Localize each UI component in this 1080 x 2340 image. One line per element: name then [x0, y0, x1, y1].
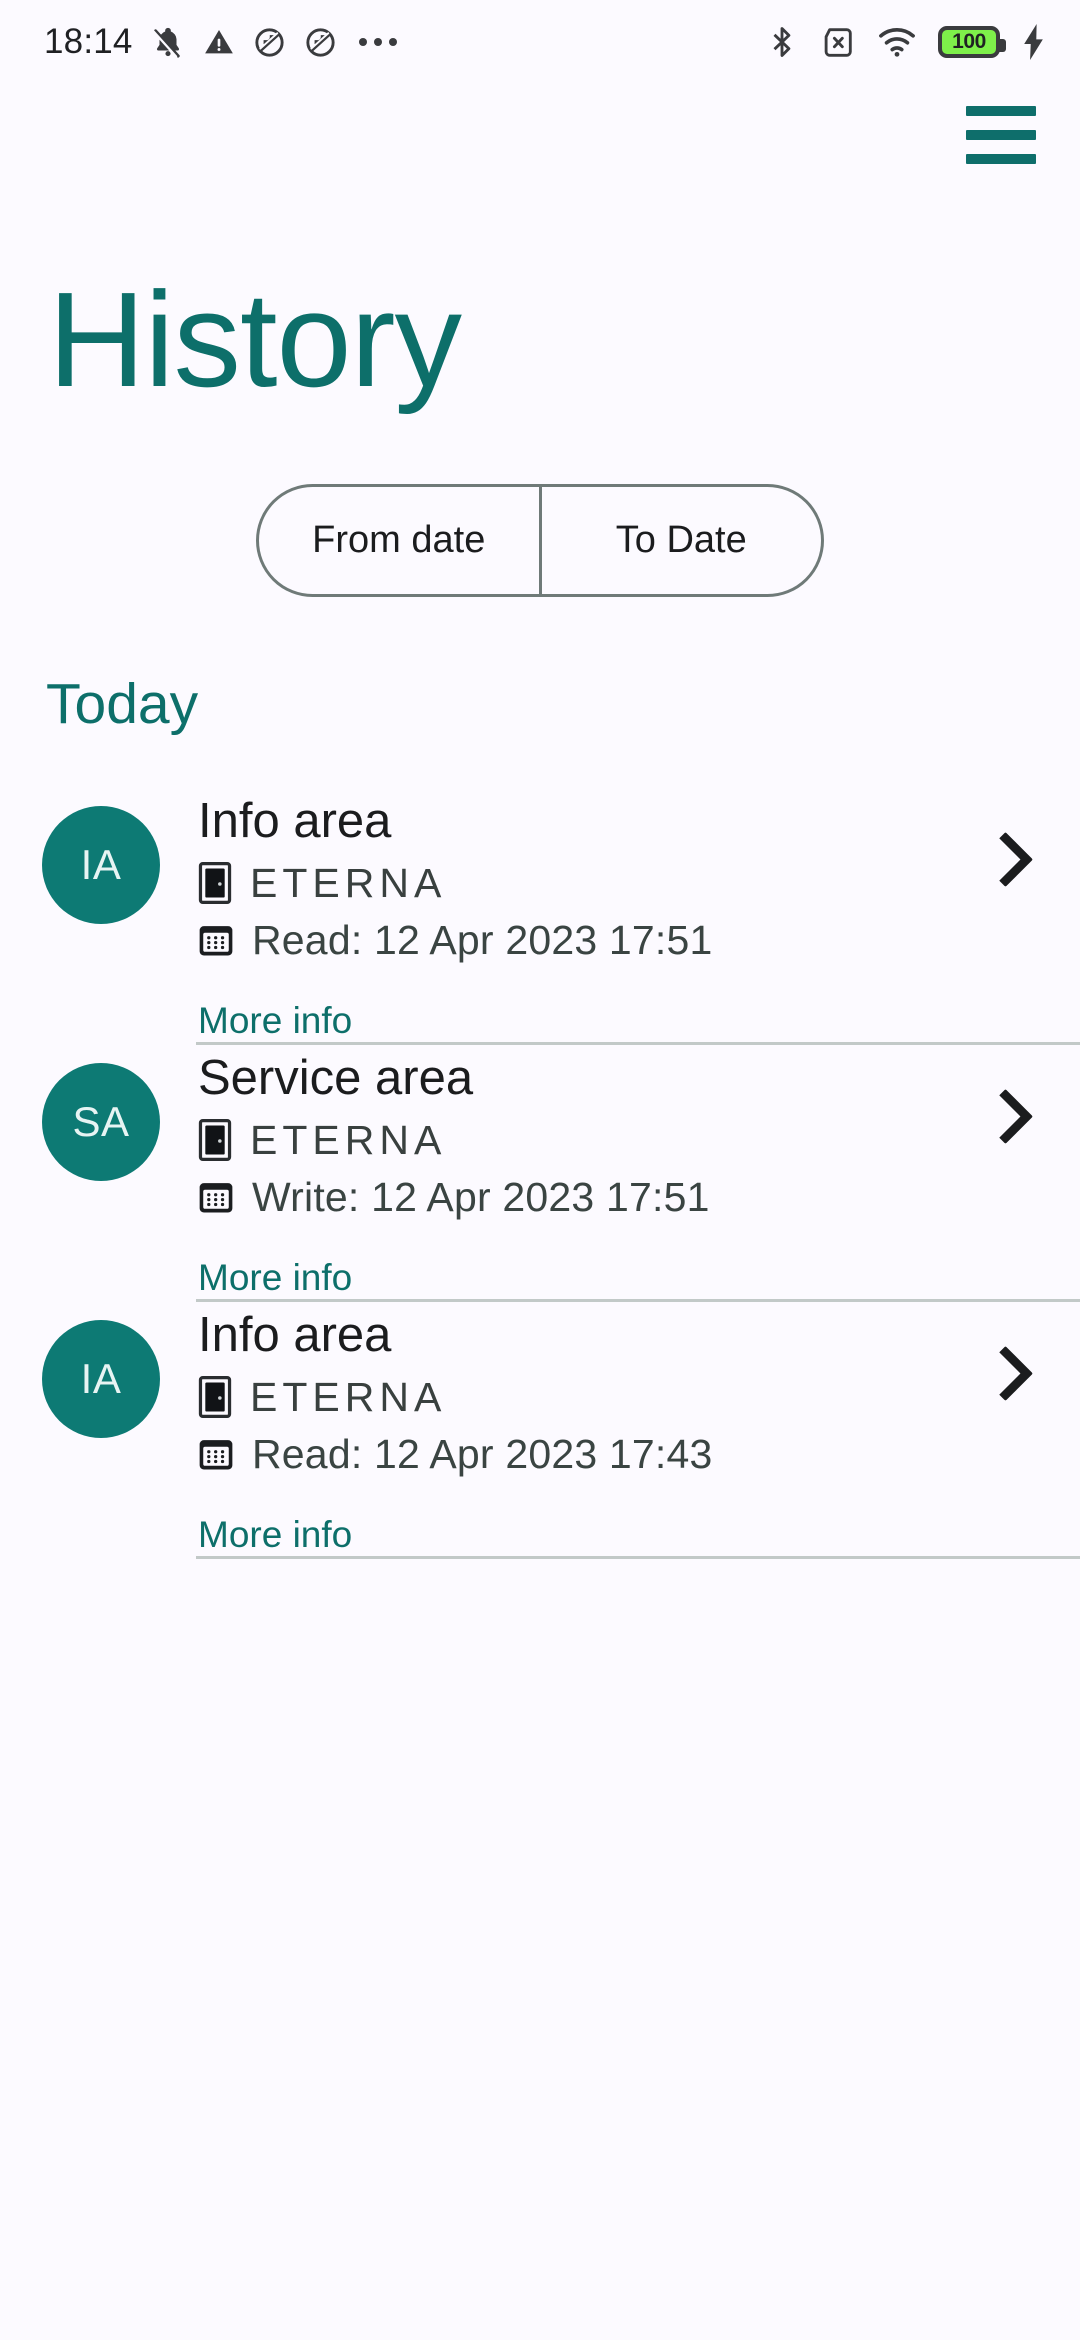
more-info-link[interactable]: More info [198, 1514, 352, 1556]
device-name: ETERNA [250, 859, 447, 906]
hamburger-menu-icon[interactable] [964, 106, 1038, 164]
list-item-title: Info area [198, 1307, 392, 1362]
list-item-device-row: ETERNA [198, 1374, 950, 1421]
list-item-event-row: Write: 12 Apr 2023 17:51 [198, 1174, 950, 1221]
list-item-event-row: Read: 12 Apr 2023 17:43 [198, 1431, 950, 1478]
event-text: Read: 12 Apr 2023 17:43 [252, 1430, 713, 1477]
more-info-link[interactable]: More info [198, 1257, 352, 1299]
status-clock: 18:14 [44, 22, 133, 61]
list-divider [196, 1555, 1080, 1559]
avatar: IA [42, 806, 160, 924]
list-item-body: Info area ETERNA [198, 788, 1080, 1042]
list-item-title: Info area [198, 794, 392, 848]
door-icon [198, 862, 232, 905]
data-saver-off-icon [255, 27, 284, 57]
warning-icon [204, 30, 233, 54]
status-bar-left: 18:14 [44, 22, 397, 62]
chevron-right-icon[interactable] [980, 1350, 1024, 1394]
overflow-dots-icon [358, 38, 397, 46]
list-item[interactable]: IA Info area ETERNA Read: 12 Apr 2023 17… [0, 1302, 1080, 1559]
calendar-icon [199, 1440, 233, 1470]
chevron-right-icon[interactable] [980, 1093, 1024, 1137]
to-date-button[interactable]: To Date [538, 487, 822, 594]
bluetooth-icon [773, 27, 791, 57]
charging-bolt-icon [1024, 24, 1043, 60]
section-header-today: Today [46, 672, 199, 736]
chevron-right-icon[interactable] [980, 836, 1024, 880]
data-saver-off-icon-2 [306, 27, 335, 57]
door-icon [198, 1376, 232, 1419]
app-bar [0, 84, 1080, 194]
calendar-icon [199, 1183, 233, 1213]
list-item[interactable]: SA Service area ETERNA Write: 12 Apr 202… [0, 1045, 1080, 1302]
more-info-link[interactable]: More info [198, 1000, 352, 1042]
list-item-event-row: Read: 12 Apr 2023 17:51 [198, 917, 950, 964]
from-date-button[interactable]: From date [259, 487, 539, 594]
battery-level-label: 100 [952, 30, 986, 53]
wifi-icon [879, 28, 915, 57]
avatar: SA [42, 1062, 160, 1181]
status-bar-right: 100 [767, 24, 1046, 60]
page-title: History [48, 264, 462, 415]
event-text: Read: 12 Apr 2023 17:51 [252, 916, 713, 963]
door-icon [198, 1119, 232, 1162]
date-range-selector: From date To Date [256, 484, 824, 597]
status-bar: 18:14 100 [0, 0, 1080, 84]
list-item-title: Service area [198, 1050, 474, 1105]
list-item-body: Service area ETERNA Write: 12 Apr 2023 1… [198, 1045, 1080, 1299]
calendar-icon [199, 926, 233, 956]
device-name: ETERNA [250, 1116, 447, 1163]
device-name: ETERNA [250, 1373, 447, 1420]
list-item-device-row: ETERNA [198, 860, 950, 907]
event-text: Write: 12 Apr 2023 17:51 [252, 1173, 710, 1220]
list-item[interactable]: IA Info area ETERNA Read: 12 Apr 2023 17… [0, 788, 1080, 1045]
no-sim-icon [824, 27, 852, 57]
avatar: IA [42, 1319, 160, 1438]
history-list: IA Info area ETERNA Read: 12 Apr 2023 17… [0, 788, 1080, 1559]
list-item-device-row: ETERNA [198, 1117, 950, 1164]
notifications-off-icon [151, 27, 180, 58]
list-item-body: Info area ETERNA [198, 1302, 1080, 1556]
battery-icon: 100 [938, 26, 1006, 58]
